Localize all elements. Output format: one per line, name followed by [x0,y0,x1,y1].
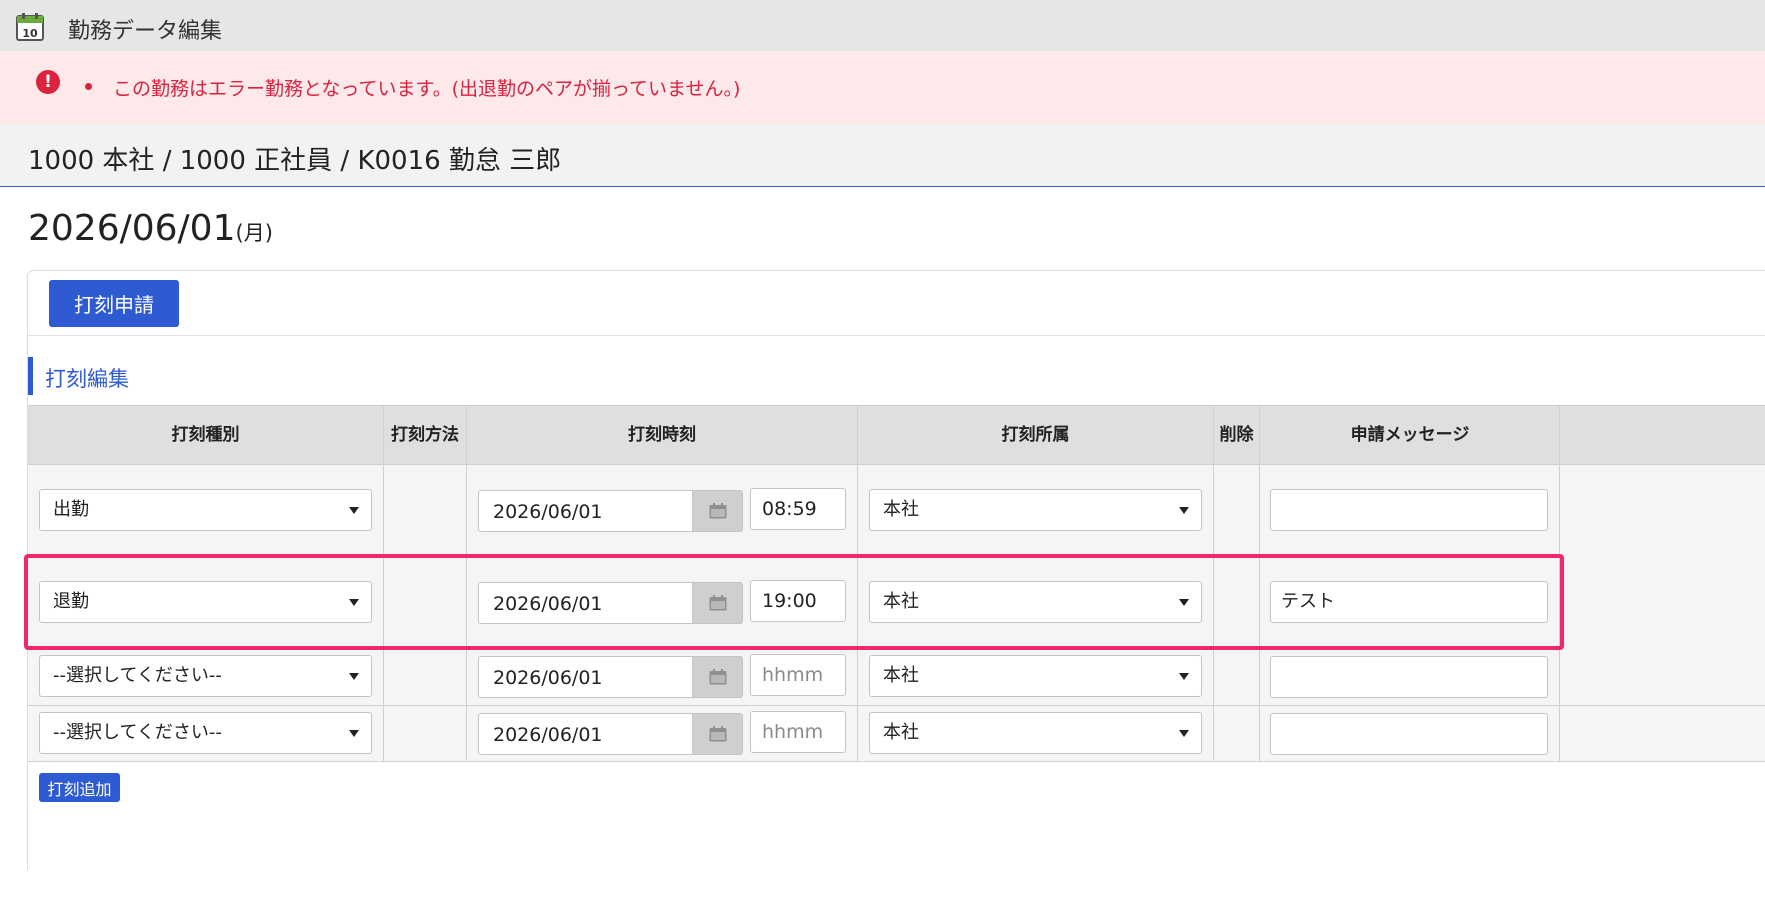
svg-text:10: 10 [22,27,38,40]
column-divider [1259,405,1260,761]
affiliation-value: 本社 [883,591,919,612]
chevron-down-icon [349,599,359,606]
stamp-type-select[interactable]: --選択してください-- [39,655,372,697]
section-title: 打刻編集 [45,367,129,391]
bullet [85,83,92,90]
stamp-date-input[interactable]: 2026/06/01 [478,490,693,532]
title-bar: 10 勤務データ編集 [0,0,1765,51]
request-message-input[interactable]: テスト [1270,581,1548,623]
stamp-time-input[interactable]: 19:00 [750,580,846,622]
stamp-type-value: --選択してください-- [53,665,222,686]
column-divider [383,405,384,761]
column-divider [1559,405,1560,761]
chevron-down-icon [349,673,359,680]
column-divider [1213,405,1214,761]
calendar-icon [709,595,727,611]
calendar-icon [709,503,727,519]
calendar-button[interactable] [693,656,743,698]
calendar-button[interactable] [693,490,743,532]
header-time: 打刻時刻 [628,425,696,445]
calendar-icon [709,726,727,742]
stamp-time-input[interactable]: hhmm [750,711,846,753]
column-divider [466,405,467,761]
affiliation-value: 本社 [883,499,919,520]
request-message-input[interactable] [1270,489,1548,531]
stamp-request-button[interactable]: 打刻申請 [49,280,179,327]
chevron-down-icon [1179,730,1189,737]
row-divider [28,705,1765,706]
add-stamp-button[interactable]: 打刻追加 [39,773,120,802]
window-title: 勤務データ編集 [68,19,223,44]
affiliation-value: 本社 [883,722,919,743]
affiliation-select[interactable]: 本社 [869,655,1202,697]
request-message-input[interactable] [1270,713,1548,755]
panel-divider [28,335,1765,336]
chevron-down-icon [1179,507,1189,514]
affiliation-select[interactable]: 本社 [869,581,1202,623]
stamp-type-select[interactable]: --選択してください-- [39,712,372,754]
stamp-date-input[interactable]: 2026/06/01 [478,656,693,698]
affiliation-value: 本社 [883,665,919,686]
stamp-time-input[interactable]: hhmm [750,654,846,696]
chevron-down-icon [349,507,359,514]
stamp-type-value: 出勤 [53,499,89,520]
chevron-down-icon [1179,599,1189,606]
error-message: この勤務はエラー勤務となっています。(出退勤のペアが揃っていません。) [113,78,741,100]
header-type: 打刻種別 [171,425,240,445]
calendar-icon: 10 [16,13,44,41]
date-main: 2026/06/01 [28,208,236,249]
calendar-icon [709,669,727,685]
chevron-down-icon [1179,673,1189,680]
header-method: 打刻方法 [391,425,459,445]
error-icon: ! [36,70,60,94]
affiliation-select[interactable]: 本社 [869,712,1202,754]
header-delete: 削除 [1219,425,1254,445]
employee-info: 1000 本社 / 1000 正社員 / K0016 勤怠 三郎 [28,146,562,176]
affiliation-select[interactable]: 本社 [869,489,1202,531]
stamp-date-input[interactable]: 2026/06/01 [478,582,693,624]
stamp-time-input[interactable]: 08:59 [750,488,846,530]
stamp-date-input[interactable]: 2026/06/01 [478,713,693,755]
stamp-type-select[interactable]: 出勤 [39,489,372,531]
section-accent [28,357,33,395]
row-divider [28,761,1765,762]
calendar-button[interactable] [693,582,743,624]
header-affiliation: 打刻所属 [1001,425,1070,445]
table-header: 打刻種別 打刻方法 打刻時刻 打刻所属 削除 申請メッセージ [28,405,1765,465]
column-divider [857,405,858,761]
stamp-type-value: 退勤 [53,591,89,612]
request-message-input[interactable] [1270,656,1548,698]
date-weekday: (月) [235,221,273,245]
work-date: 2026/06/01(月) [28,208,273,249]
stamp-type-select[interactable]: 退勤 [39,581,372,623]
stamp-type-value: --選択してください-- [53,722,222,743]
header-message: 申請メッセージ [1350,425,1470,445]
calendar-button[interactable] [693,713,743,755]
employee-header: 1000 本社 / 1000 正社員 / K0016 勤怠 三郎 [0,124,1765,187]
chevron-down-icon [349,730,359,737]
